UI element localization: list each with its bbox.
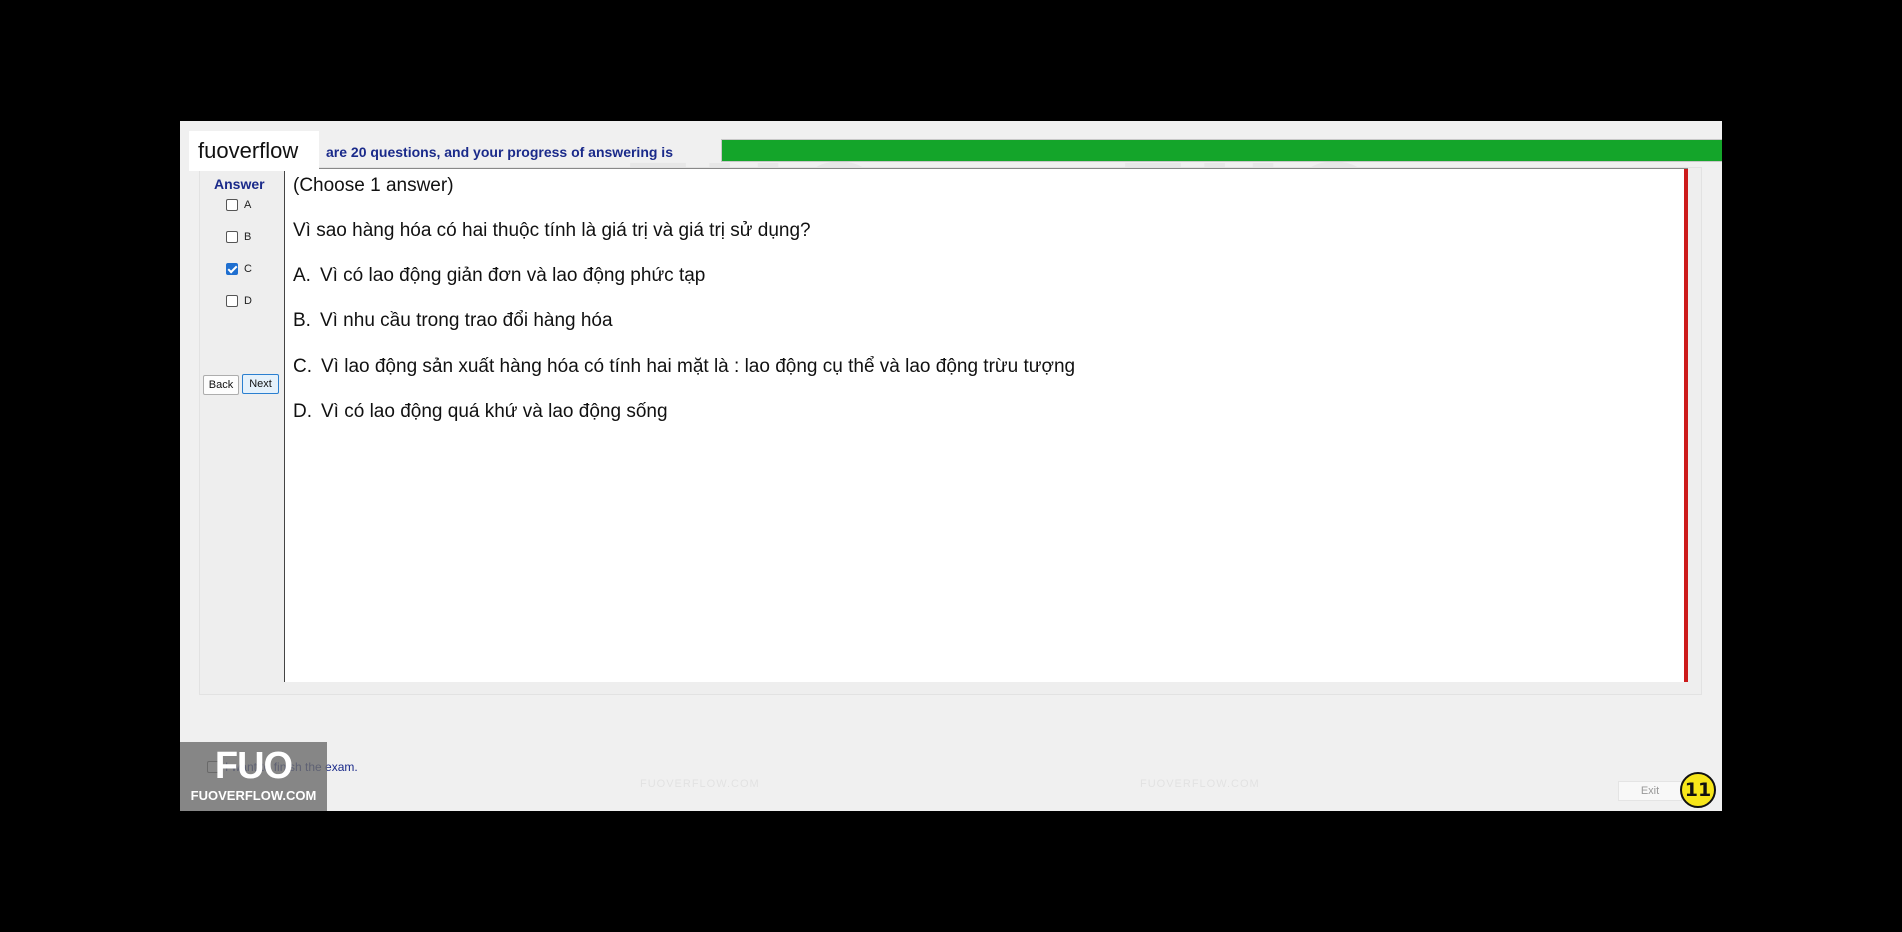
answer-option-d[interactable]: D <box>226 295 252 307</box>
checkbox-d[interactable] <box>226 295 238 307</box>
exam-window: FUO FUO FUO FUO FUO FUOVERFLOW.COM FUOVE… <box>180 121 1722 811</box>
option-label-b: B <box>244 231 252 243</box>
progress-fill <box>722 140 1722 161</box>
option-label-d: D <box>244 295 252 307</box>
next-button[interactable]: Next <box>242 374 279 394</box>
watermark-url: FUOVERFLOW.COM <box>640 778 760 790</box>
timer-badge: 11 <box>1680 772 1716 808</box>
logo-text: FUO <box>214 745 293 787</box>
watermark-url: FUOVERFLOW.COM <box>1140 778 1260 790</box>
choice-text: Vì nhu cầu trong trao đổi hàng hóa <box>319 310 613 331</box>
exam-panel: Answer A B C D Back Next (Choose 1 answe… <box>199 167 1702 695</box>
option-label-a: A <box>244 199 252 211</box>
choice-text: Vì có lao động giản đơn và lao động phức… <box>319 265 706 286</box>
choice-c: C. Vì lao động sản xuất hàng hóa có tính … <box>293 356 1075 378</box>
choice-text: Vì có lao động quá khứ và lao động sống <box>321 401 668 422</box>
choice-a: A. Vì có lao động giản đơn và lao động ph… <box>293 265 705 287</box>
checkbox-c[interactable] <box>226 263 238 275</box>
back-button[interactable]: Back <box>203 375 239 395</box>
option-label-c: C <box>244 263 252 275</box>
scroll-edge <box>1684 169 1688 682</box>
answer-option-c[interactable]: C <box>226 263 252 275</box>
question-text: Vì sao hàng hóa có hai thuộc tính là giá… <box>293 220 811 241</box>
choice-letter: D. <box>293 401 312 422</box>
exit-button[interactable]: Exit <box>1618 781 1682 801</box>
brand-label: fuoverflow <box>189 131 319 171</box>
choice-letter: A. <box>293 265 311 286</box>
progress-text: are 20 questions, and your progress of a… <box>326 144 673 160</box>
logo-url: FUOVERFLOW.COM <box>190 788 317 803</box>
answer-title: Answer <box>214 176 265 192</box>
answer-option-b[interactable]: B <box>226 231 251 243</box>
answer-option-a[interactable]: A <box>226 199 251 211</box>
progress-bar <box>721 139 1722 162</box>
choice-d: D. Vì có lao động quá khứ và lao động sốn… <box>293 401 668 423</box>
checkbox-b[interactable] <box>226 231 238 243</box>
fuo-logo: FUO FUOVERFLOW.COM <box>180 742 327 811</box>
checkbox-a[interactable] <box>226 199 238 211</box>
choice-letter: B. <box>293 310 311 331</box>
question-instruction: (Choose 1 answer) <box>293 175 454 196</box>
choice-text: Vì lao động sản xuất hàng hóa có tính ha… <box>321 356 1076 377</box>
question-box: (Choose 1 answer) Vì sao hàng hóa có hai… <box>284 168 1688 682</box>
choice-letter: C. <box>293 356 312 377</box>
choice-b: B. Vì nhu cầu trong trao đổi hàng hóa <box>293 310 613 332</box>
